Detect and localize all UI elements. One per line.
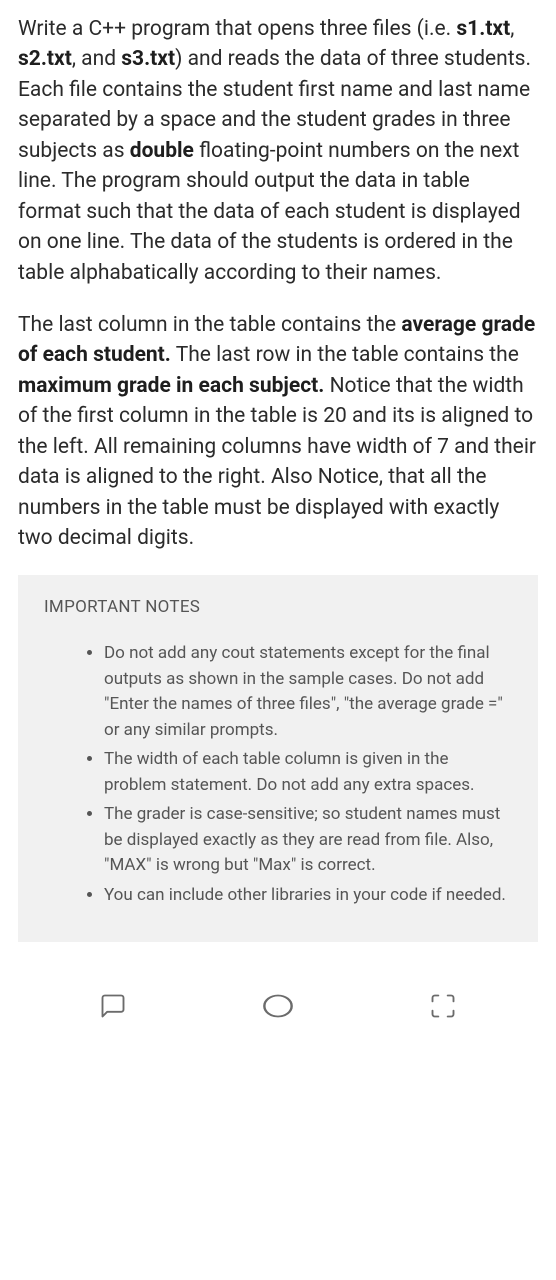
paragraph-1: Write a C++ program that opens three fil… [18, 14, 538, 288]
list-item: The width of each table column is given … [104, 747, 512, 798]
text: , [510, 17, 514, 41]
list-item: Do not add any cout statements except fo… [104, 641, 512, 743]
document-page: Write a C++ program that opens three fil… [0, 0, 556, 982]
expand-icon[interactable] [429, 992, 457, 1020]
bold-text: s1.txt [456, 17, 510, 41]
bold-text: maximum grade in each subject. [18, 374, 324, 398]
text: The last row in the table contains the [171, 343, 519, 367]
notes-list: Do not add any cout statements except fo… [44, 641, 512, 908]
bottom-bar [0, 982, 556, 1030]
important-notes-box: IMPORTANT NOTES Do not add any cout stat… [18, 575, 538, 942]
text: Notice that the width of the first colum… [18, 374, 536, 550]
list-item: The grader is case-sensitive; so student… [104, 802, 512, 879]
list-item: You can include other libraries in your … [104, 883, 512, 909]
bold-text: double [130, 139, 194, 163]
text: The last column in the table contains th… [18, 313, 401, 337]
bold-text: s2.txt [18, 47, 72, 71]
ellipse-icon[interactable] [260, 992, 296, 1020]
text: , and [72, 47, 121, 71]
bold-text: s3.txt [121, 47, 175, 71]
paragraph-2: The last column in the table contains th… [18, 310, 538, 554]
text: Write a C++ program that opens three fil… [18, 17, 456, 41]
comment-icon[interactable] [99, 992, 127, 1020]
notes-title: IMPORTANT NOTES [44, 597, 512, 617]
